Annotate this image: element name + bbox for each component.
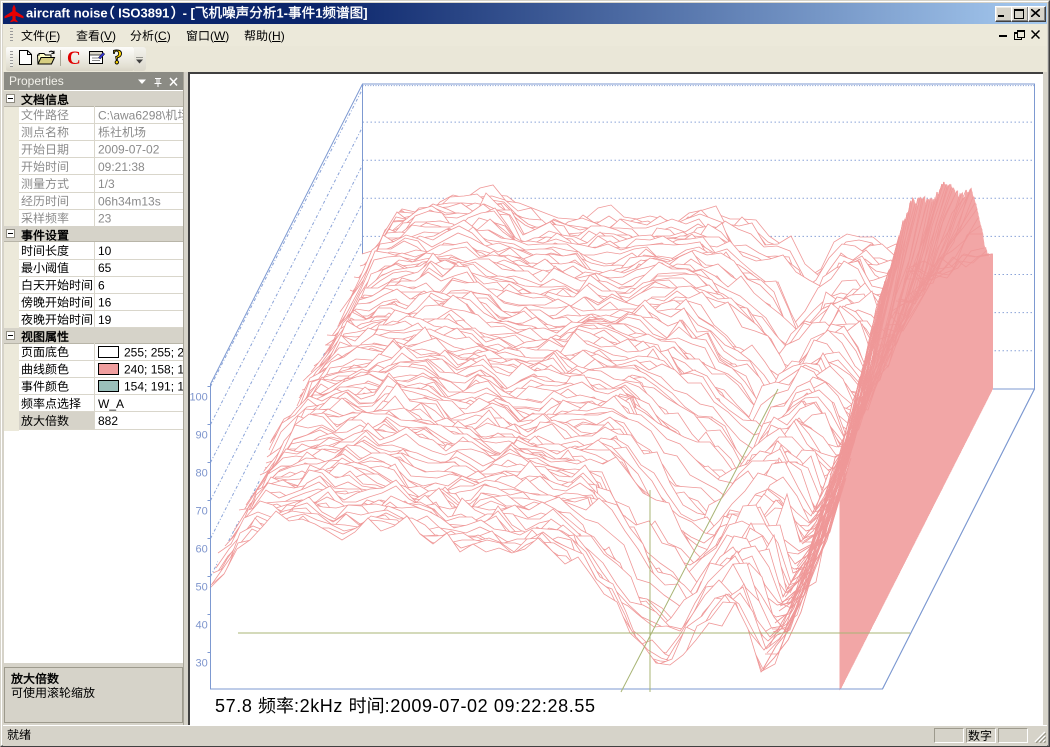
svg-text:19: 19 xyxy=(98,313,112,327)
svg-text:2009-07-02: 2009-07-02 xyxy=(98,143,160,157)
svg-text:(: ( xyxy=(210,29,214,43)
svg-text:- [: - [ xyxy=(179,6,196,21)
svg-text:16: 16 xyxy=(98,296,112,310)
svg-text:65: 65 xyxy=(98,261,112,275)
svg-text:70: 70 xyxy=(196,506,208,518)
svg-text:): ) xyxy=(167,29,171,43)
svg-text:W_A: W_A xyxy=(98,397,124,411)
svg-text:80: 80 xyxy=(196,468,208,480)
svg-text:10: 10 xyxy=(98,244,112,258)
svg-text:60: 60 xyxy=(196,544,208,556)
svg-text:06h34m13s: 06h34m13s xyxy=(98,194,161,208)
svg-text:(: ( xyxy=(45,29,49,43)
svg-text:C:\awa6298\: C:\awa6298\ xyxy=(98,108,166,122)
svg-text:255; 255; 25: 255; 255; 25 xyxy=(124,345,191,359)
svg-text:): ) xyxy=(56,29,60,43)
svg-text:154; 191; 18: 154; 191; 18 xyxy=(124,380,191,394)
svg-text:ISO3891: ISO3891 xyxy=(118,6,169,21)
svg-text:50: 50 xyxy=(196,582,208,594)
svg-text:aircraft noise: aircraft noise xyxy=(26,6,108,21)
svg-text:1/3: 1/3 xyxy=(98,177,115,191)
svg-text:): ) xyxy=(225,29,229,43)
svg-text:240; 158; 15: 240; 158; 15 xyxy=(124,363,191,377)
svg-text:1: 1 xyxy=(315,6,322,21)
svg-text:6: 6 xyxy=(98,278,105,292)
svg-text:90: 90 xyxy=(196,430,208,442)
svg-text:(: ( xyxy=(100,29,104,43)
svg-text:(: ( xyxy=(154,29,158,43)
svg-text:): ) xyxy=(112,29,116,43)
svg-text::2009-07-02 09:22:28.55: :2009-07-02 09:22:28.55 xyxy=(385,696,596,716)
svg-text:100: 100 xyxy=(189,392,207,404)
svg-text:57.8: 57.8 xyxy=(215,696,258,716)
svg-text:30: 30 xyxy=(196,658,208,670)
svg-text:23: 23 xyxy=(98,212,112,226)
svg-text:40: 40 xyxy=(196,620,208,632)
svg-text:): ) xyxy=(281,29,285,43)
svg-text:]: ] xyxy=(363,6,367,21)
svg-text::2kHz: :2kHz xyxy=(294,696,349,716)
svg-text:09:21:38: 09:21:38 xyxy=(98,160,145,174)
svg-text:(: ( xyxy=(268,29,272,43)
svg-text:1-: 1- xyxy=(276,6,288,21)
svg-text:882: 882 xyxy=(98,414,118,428)
